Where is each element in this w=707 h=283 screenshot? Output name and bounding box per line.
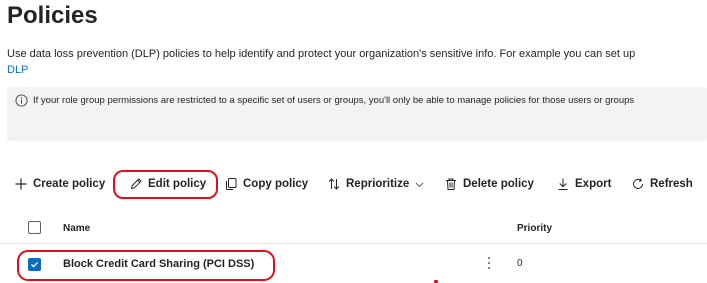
copy-policy-button[interactable]: Copy policy: [224, 170, 308, 198]
pencil-icon: [131, 178, 142, 189]
policy-name[interactable]: Block Credit Card Sharing (PCI DSS): [63, 258, 254, 270]
table-header: Name Priority: [0, 213, 707, 244]
copy-icon: [226, 178, 237, 190]
reprioritize-label: Reprioritize: [346, 178, 410, 190]
refresh-icon: [633, 178, 643, 189]
page-title: Policies: [7, 2, 98, 29]
info-message-bar: If your role group permissions are restr…: [7, 87, 707, 141]
copy-policy-label: Copy policy: [243, 178, 309, 190]
delete-policy-label: Delete policy: [463, 178, 534, 190]
row-checkbox[interactable]: [28, 258, 41, 271]
dlp-policies-page: Policies Use data loss prevention (DLP) …: [0, 0, 707, 283]
select-all-checkbox[interactable]: [28, 221, 41, 234]
create-policy-label: Create policy: [33, 178, 106, 190]
policy-priority: 0: [517, 258, 523, 269]
priority-column-header[interactable]: Priority: [517, 223, 552, 234]
add-icon: [15, 178, 27, 190]
refresh-label: Refresh: [650, 178, 693, 190]
info-icon: [15, 94, 28, 107]
reprioritize-button[interactable]: Reprioritize: [327, 170, 424, 198]
page-description: Use data loss prevention (DLP) policies …: [7, 48, 636, 60]
info-message-text: If your role group permissions are restr…: [33, 95, 635, 106]
name-column-header[interactable]: Name: [63, 223, 90, 234]
download-icon: [558, 178, 568, 190]
delete-policy-button[interactable]: Delete policy: [444, 170, 534, 198]
trash-icon: [446, 178, 456, 190]
more-options-icon[interactable]: [484, 254, 494, 274]
refresh-button[interactable]: Refresh: [631, 170, 693, 198]
table-row[interactable]: Block Credit Card Sharing (PCI DSS) 0: [0, 244, 707, 283]
edit-policy-button[interactable]: Edit policy: [129, 170, 206, 198]
export-button[interactable]: Export: [556, 170, 611, 198]
chevron-down-icon: [415, 182, 424, 187]
create-policy-button[interactable]: Create policy: [14, 170, 105, 198]
sort-arrows-icon: [328, 178, 340, 190]
edit-policy-label: Edit policy: [148, 178, 207, 190]
export-label: Export: [575, 178, 612, 190]
command-bar: Create policy Edit policy Copy policy Re…: [0, 170, 707, 198]
checkmark-icon: [31, 261, 39, 268]
dlp-learn-link[interactable]: DLP: [7, 63, 28, 78]
